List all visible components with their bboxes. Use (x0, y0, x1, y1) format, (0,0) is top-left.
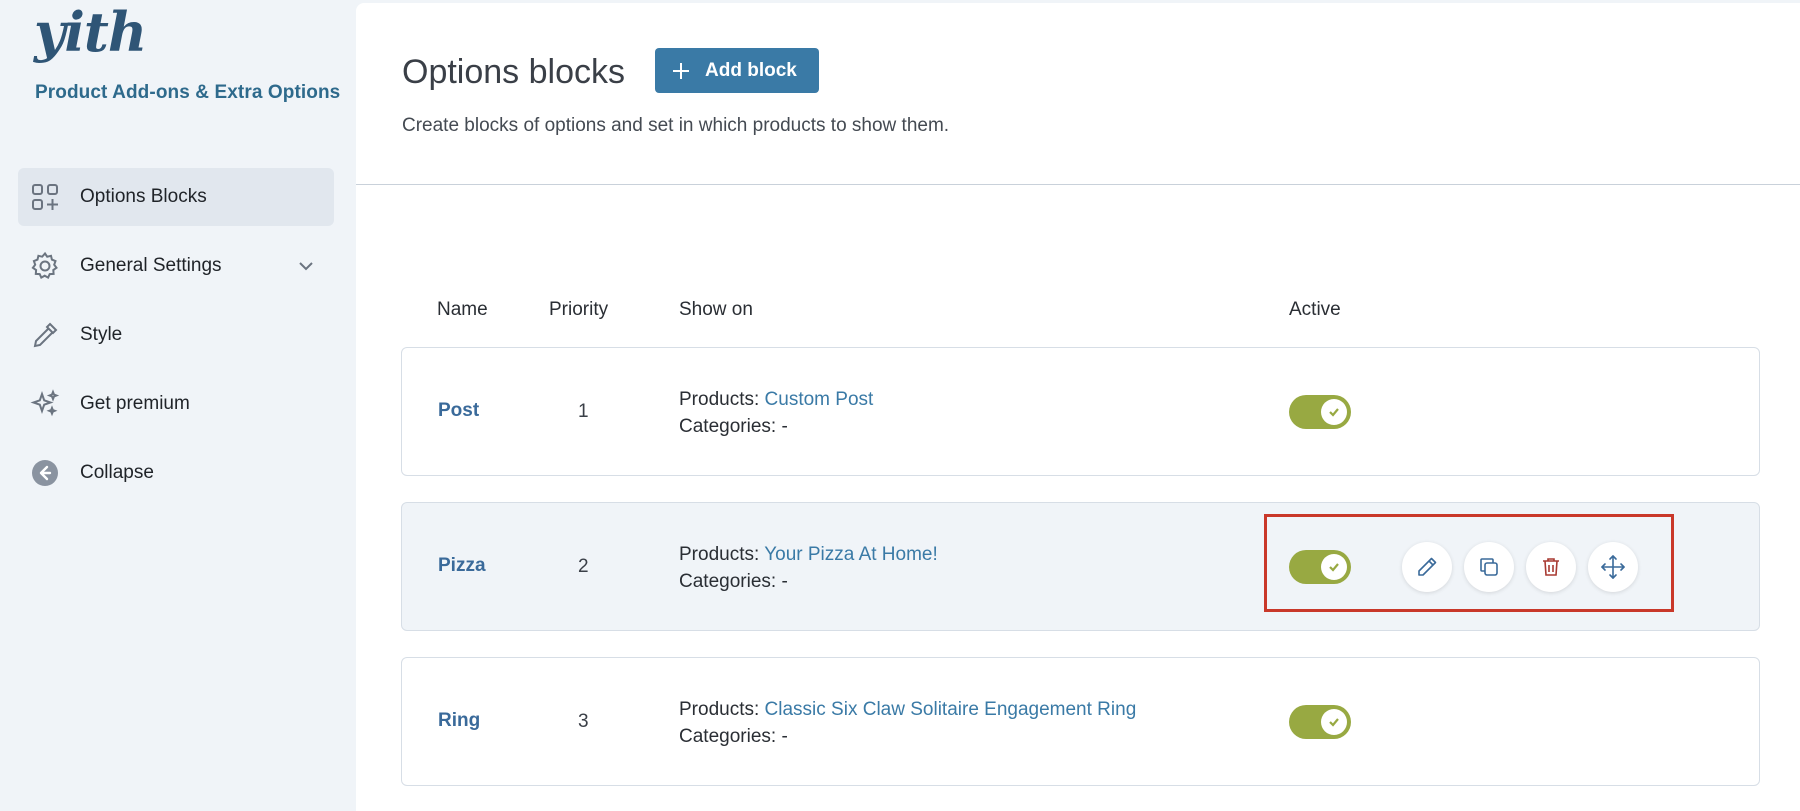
categories-label: Categories: (679, 726, 777, 747)
eyedropper-icon (33, 322, 58, 348)
trash-icon (1543, 558, 1559, 576)
pencil-icon (1418, 557, 1437, 576)
active-toggle[interactable] (1289, 550, 1351, 584)
page-title: Options blocks (402, 53, 625, 91)
header-divider (356, 184, 1800, 185)
column-header-name: Name (437, 299, 488, 320)
table-row[interactable]: Post 1 Products: Custom Post Categories:… (401, 347, 1760, 476)
products-label: Products: (679, 544, 760, 565)
table-row[interactable]: Ring 3 Products: Classic Six Claw Solita… (401, 657, 1760, 786)
block-priority: 2 (578, 556, 589, 577)
gear-icon (31, 251, 58, 280)
categories-label: Categories: (679, 416, 777, 437)
check-icon (1329, 563, 1339, 572)
move-arrows-icon (1601, 555, 1625, 579)
sidebar-item-label: General Settings (80, 255, 222, 276)
active-toggle[interactable] (1289, 395, 1351, 429)
toggle-knob (1321, 554, 1347, 580)
delete-button[interactable] (1526, 542, 1576, 592)
page-subtitle: Create blocks of options and set in whic… (402, 115, 950, 136)
products-label: Products: (679, 389, 760, 410)
check-icon (1329, 718, 1339, 727)
categories-value: - (781, 571, 788, 592)
block-name-link[interactable]: Post (438, 400, 479, 422)
column-header-active: Active (1289, 299, 1341, 320)
product-link[interactable]: Classic Six Claw Solitaire Engagement Ri… (765, 699, 1137, 720)
sidebar-item-label: Options Blocks (80, 186, 207, 207)
column-header-priority: Priority (549, 299, 609, 320)
chevron-down-icon[interactable] (296, 256, 316, 276)
sidebar-item-label: Style (80, 324, 123, 345)
block-show-on: Products: Custom Post Categories: - (679, 386, 873, 440)
copy-icon (1480, 558, 1498, 576)
block-priority: 3 (578, 711, 589, 732)
sparkles-icon (30, 389, 60, 417)
sidebar-item-collapse[interactable]: Collapse (18, 444, 334, 502)
categories-value: - (781, 416, 788, 437)
sidebar-item-general-settings[interactable]: General Settings (18, 237, 334, 295)
block-priority: 1 (578, 401, 589, 422)
block-show-on: Products: Your Pizza At Home! Categories… (679, 541, 938, 595)
sidebar-item-get-premium[interactable]: Get premium (18, 375, 334, 433)
product-link[interactable]: Custom Post (765, 389, 874, 410)
yith-logo[interactable]: yith (34, 0, 147, 64)
arrow-left-circle-icon (32, 460, 58, 486)
toggle-knob (1321, 399, 1347, 425)
block-show-on: Products: Classic Six Claw Solitaire Eng… (679, 696, 1136, 750)
check-icon (1329, 408, 1339, 417)
grid-plus-icon (32, 184, 58, 210)
add-block-label: Add block (705, 59, 797, 81)
table-row[interactable]: Pizza 2 Products: Your Pizza At Home! Ca… (401, 502, 1760, 631)
toggle-knob (1321, 709, 1347, 735)
product-link[interactable]: Your Pizza At Home! (764, 544, 938, 565)
sidebar: yith Product Add-ons & Extra Options Opt… (0, 0, 356, 811)
edit-button[interactable] (1402, 542, 1452, 592)
row-actions (1402, 542, 1638, 592)
sidebar-item-style[interactable]: Style (18, 306, 334, 364)
sidebar-nav: Options Blocks General Settings Style Ge… (18, 168, 334, 513)
categories-label: Categories: (679, 571, 777, 592)
logo-text: yith (34, 0, 147, 64)
categories-value: - (781, 726, 788, 747)
block-name-link[interactable]: Ring (438, 710, 480, 732)
sidebar-item-label: Collapse (80, 462, 154, 483)
sidebar-item-label: Get premium (80, 393, 190, 414)
column-header-show-on: Show on (679, 299, 753, 320)
duplicate-button[interactable] (1464, 542, 1514, 592)
add-block-button[interactable]: Add block (655, 48, 819, 93)
active-toggle[interactable] (1289, 705, 1351, 739)
sidebar-item-options-blocks[interactable]: Options Blocks (18, 168, 334, 226)
block-name-link[interactable]: Pizza (438, 555, 486, 577)
plus-icon (673, 62, 689, 79)
main-panel: Options blocks Add block Create blocks o… (356, 3, 1800, 811)
products-label: Products: (679, 699, 760, 720)
move-button[interactable] (1588, 542, 1638, 592)
plugin-name: Product Add-ons & Extra Options (35, 82, 341, 103)
